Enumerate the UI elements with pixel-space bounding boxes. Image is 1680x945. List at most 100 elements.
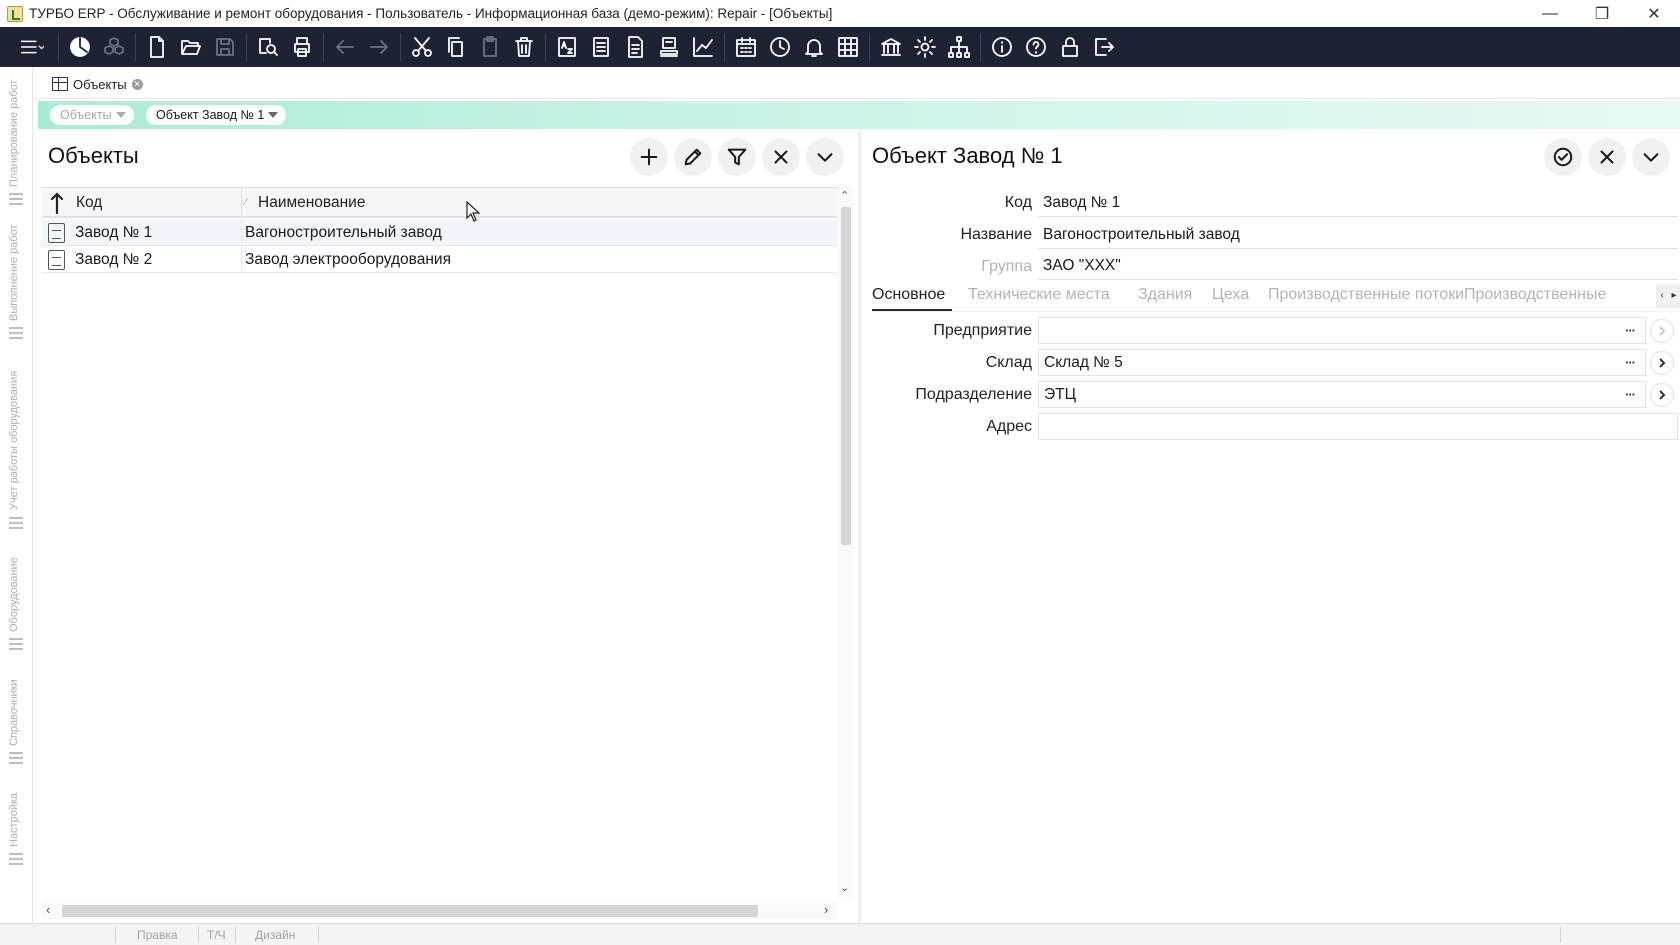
- back-arrow-icon[interactable]: [328, 30, 362, 64]
- breadcrumb-label: Объекты: [60, 108, 112, 122]
- list-icon[interactable]: [584, 30, 618, 64]
- tab-production[interactable]: Производственные: [1464, 286, 1606, 304]
- sidebar-item-label: Справочники: [8, 679, 20, 746]
- status-edit[interactable]: Правка: [137, 928, 178, 942]
- table-row[interactable]: Завод № 2 Завод электрооборудования: [42, 246, 838, 273]
- restore-button[interactable]: ❐: [1576, 0, 1628, 27]
- sort-az-icon[interactable]: [550, 30, 584, 64]
- cubes-icon[interactable]: [97, 30, 131, 64]
- tab-production-flows[interactable]: Производственные потоки: [1268, 286, 1464, 304]
- sidebar-item-equipment[interactable]: Оборудование: [0, 520, 33, 650]
- info-icon[interactable]: [985, 30, 1019, 64]
- sort-arrow-icon[interactable]: [48, 191, 66, 215]
- exit-icon[interactable]: [1087, 30, 1121, 64]
- sidebar-item-execution[interactable]: Выполнение работ: [0, 215, 33, 345]
- confirm-button[interactable]: [1544, 138, 1582, 176]
- cancel-button[interactable]: [1588, 138, 1626, 176]
- add-button[interactable]: [630, 138, 668, 176]
- sidebar-item-references[interactable]: Справочники: [0, 640, 33, 764]
- sidebar-item-planning[interactable]: Планирование работ: [0, 75, 33, 215]
- status-design[interactable]: Дизайн: [255, 928, 295, 942]
- help-icon[interactable]: [1019, 30, 1053, 64]
- edit-button[interactable]: [674, 138, 712, 176]
- clear-button[interactable]: [762, 138, 800, 176]
- breadcrumb: Объекты Объект Завод № 1: [38, 101, 1680, 129]
- scrollbar-thumb[interactable]: [62, 905, 758, 917]
- paste-icon[interactable]: [473, 30, 507, 64]
- minimize-button[interactable]: —: [1524, 0, 1576, 27]
- lock-icon[interactable]: [1053, 30, 1087, 64]
- active-tab-indicator: [872, 309, 952, 311]
- code-field[interactable]: Завод № 1: [1038, 190, 1678, 217]
- pie-chart-icon[interactable]: [63, 30, 97, 64]
- name-field[interactable]: Вагоностроительный завод: [1038, 222, 1678, 249]
- forward-arrow-icon[interactable]: [362, 30, 396, 64]
- department-field[interactable]: ЭТЦ ···: [1038, 381, 1646, 408]
- tab-workshops[interactable]: Цеха: [1212, 286, 1249, 304]
- panel-splitter[interactable]: [858, 131, 861, 923]
- tabs-scroll-left-icon[interactable]: ‹: [1656, 284, 1668, 308]
- stamp-icon[interactable]: [652, 30, 686, 64]
- select-dots-button[interactable]: ···: [1625, 350, 1636, 375]
- group-field[interactable]: ЗАО "XXX": [1038, 253, 1678, 280]
- warehouse-field[interactable]: Склад № 5 ···: [1038, 349, 1646, 376]
- menu-icon[interactable]: [10, 30, 54, 64]
- window-titlebar: ТУРБО ERP - Обслуживание и ремонт оборуд…: [0, 0, 1680, 27]
- select-dots-button[interactable]: ···: [1625, 318, 1636, 343]
- cut-icon[interactable]: [405, 30, 439, 64]
- copy-icon[interactable]: [439, 30, 473, 64]
- tabs-scroll-right-icon[interactable]: ▸: [1668, 284, 1680, 308]
- calendar-icon[interactable]: [729, 30, 763, 64]
- new-document-icon[interactable]: [140, 30, 174, 64]
- toolbar-separator: [869, 33, 870, 61]
- breadcrumb-item-objects[interactable]: Объекты: [50, 105, 134, 125]
- scroll-right-icon[interactable]: ›: [824, 902, 828, 917]
- more-button[interactable]: [1632, 138, 1670, 176]
- column-divider[interactable]: [241, 188, 242, 218]
- tab-technical-places[interactable]: Технические места: [968, 286, 1110, 304]
- tab-label: Объекты: [73, 76, 127, 92]
- open-folder-icon[interactable]: [174, 30, 208, 64]
- close-window-button[interactable]: ✕: [1628, 0, 1680, 27]
- select-dots-button[interactable]: ···: [1625, 382, 1636, 407]
- grid-icon[interactable]: [831, 30, 865, 64]
- report-icon[interactable]: [618, 30, 652, 64]
- delete-icon[interactable]: [507, 30, 541, 64]
- enterprise-field[interactable]: ···: [1038, 317, 1646, 344]
- hierarchy-icon[interactable]: [942, 30, 976, 64]
- open-enterprise-button[interactable]: [1650, 319, 1674, 343]
- sidebar-item-settings[interactable]: Настройка: [0, 755, 33, 865]
- breadcrumb-item-object[interactable]: Объект Завод № 1: [146, 105, 287, 125]
- settings-icon[interactable]: [908, 30, 942, 64]
- open-department-button[interactable]: [1650, 383, 1674, 407]
- more-button[interactable]: [806, 138, 844, 176]
- preview-icon[interactable]: [251, 30, 285, 64]
- save-icon[interactable]: [208, 30, 242, 64]
- sidebar-item-equipment-accounting[interactable]: Учет работы оборудования: [0, 345, 33, 529]
- mouse-cursor-icon: [466, 201, 480, 222]
- address-field[interactable]: [1038, 413, 1678, 440]
- column-header-code[interactable]: Код: [76, 188, 102, 218]
- tab-main[interactable]: Основное: [872, 286, 945, 304]
- plus-icon: [640, 148, 658, 166]
- tab-buildings[interactable]: Здания: [1138, 286, 1192, 304]
- horizontal-scrollbar[interactable]: ‹ ›: [42, 901, 837, 919]
- close-tab-icon[interactable]: ✕: [131, 78, 143, 90]
- bank-icon[interactable]: [874, 30, 908, 64]
- open-warehouse-button[interactable]: [1650, 351, 1674, 375]
- scrollbar-thumb[interactable]: [841, 207, 851, 545]
- clock-icon[interactable]: [763, 30, 797, 64]
- status-bar: Правка Т/Ч Дизайн: [0, 923, 1680, 945]
- scroll-left-icon[interactable]: ‹: [46, 902, 50, 917]
- print-icon[interactable]: [285, 30, 319, 64]
- bell-icon[interactable]: [797, 30, 831, 64]
- scroll-down-icon[interactable]: ⌄: [840, 881, 849, 894]
- table-row[interactable]: Завод № 1 Вагоностроительный завод: [42, 219, 838, 246]
- tab-objects[interactable]: Объекты ✕: [52, 72, 143, 96]
- trend-chart-icon[interactable]: [686, 30, 720, 64]
- status-tabular[interactable]: Т/Ч: [207, 928, 226, 942]
- scroll-up-icon[interactable]: ⌃: [840, 189, 849, 202]
- vertical-scrollbar[interactable]: ⌃ ⌄: [837, 187, 854, 899]
- column-header-name[interactable]: Наименование: [258, 188, 365, 218]
- filter-button[interactable]: [718, 138, 756, 176]
